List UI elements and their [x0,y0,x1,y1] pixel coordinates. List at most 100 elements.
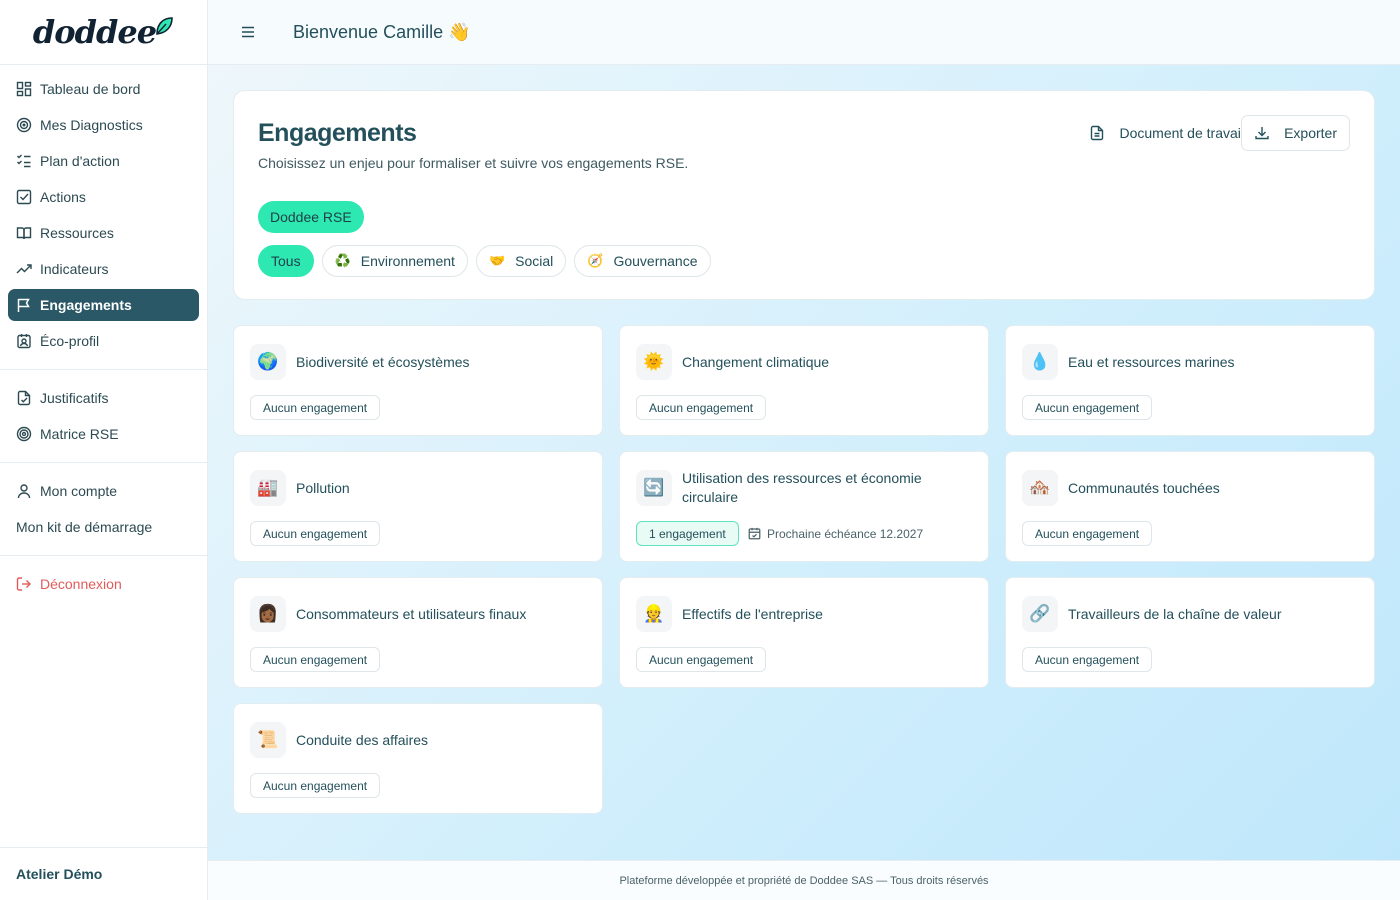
filter-label: Environnement [360,253,455,269]
main-content: Engagements Choisissez un enjeu pour for… [208,65,1400,860]
engagement-count-badge: 1 engagement [636,521,739,546]
logo-text: doddee [32,13,157,51]
filter-all[interactable]: Tous [258,245,314,277]
topic-card-business-conduct[interactable]: 📜 Conduite des affaires Aucun engagement [233,703,603,814]
topic-title: Utilisation des ressources et économie c… [682,470,922,505]
sidebar-item-matrix[interactable]: Matrice RSE [8,418,199,450]
sidebar-item-label: Plan d'action [40,153,120,169]
logout-icon [16,576,32,592]
topic-card-circular-economy[interactable]: 🔄 Utilisation des ressources et économie… [619,451,989,562]
id-badge-icon [16,333,32,349]
sidebar-item-label: Actions [40,189,86,205]
engagement-count-badge: Aucun engagement [1022,647,1153,672]
sidebar-item-diagnostics[interactable]: Mes Diagnostics [8,109,199,141]
topic-title: Communautés touchées [1068,479,1220,496]
welcome-text: Bienvenue Camille 👋 [293,21,471,42]
checkbox-icon [16,189,32,205]
person-icon: 👩🏾 [250,596,286,632]
work-document-label: Document de travail [1119,125,1244,141]
topic-title: Changement climatique [682,353,830,370]
topic-card-pollution[interactable]: 🏭 Pollution Aucun engagement [233,451,603,562]
sidebar-item-eco-profile[interactable]: Éco-profil [8,325,199,357]
filter-label: Social [515,253,554,269]
export-label: Exporter [1284,125,1337,141]
engagement-count-badge: Aucun engagement [250,773,381,798]
sidebar-item-resources[interactable]: Ressources [8,217,199,249]
worker-icon: 👷 [636,596,672,632]
leaf-icon [156,17,173,35]
topic-title: Conduite des affaires [296,731,429,748]
flag-icon [16,297,32,313]
topic-card-climate[interactable]: 🌞 Changement climatique Aucun engagement [619,325,989,436]
link-icon: 🔗 [1022,596,1058,632]
topic-card-communities[interactable]: 🏘️ Communautés touchées Aucun engagement [1005,451,1375,562]
framework-pill-doddee-rse[interactable]: Doddee RSE [258,201,364,233]
next-deadline: Prochaine échéance 12.2027 [748,521,923,546]
book-open-icon [16,225,32,241]
file-check-icon [16,390,32,406]
engagement-count-badge: Aucun engagement [636,395,767,420]
menu-icon[interactable] [238,22,258,42]
sidebar-item-engagements[interactable]: Engagements [8,289,199,321]
download-icon [1254,125,1270,141]
work-document-button[interactable]: Document de travail [1089,121,1244,145]
sidebar-item-dashboard[interactable]: Tableau de bord [8,73,199,105]
sidebar-item-label: Indicateurs [40,261,109,277]
sun-icon: 🌞 [636,344,672,380]
sidebar-item-label: Justificatifs [40,390,109,406]
divider [0,555,207,556]
filter-social[interactable]: 🤝 Social [475,245,567,277]
engagement-count-badge: Aucun engagement [250,395,381,420]
divider [0,369,207,370]
recycle-icon: ♻️ [334,253,351,268]
sidebar-item-label: Mon kit de démarrage [16,519,153,535]
main-nav: Tableau de bord Mes Diagnostics Plan d'a… [0,65,207,612]
compass-icon: 🧭 [587,253,604,268]
filter-label: Gouvernance [613,253,698,269]
sidebar-item-indicators[interactable]: Indicateurs [8,253,199,285]
sidebar-item-label: Engagements [40,297,132,313]
page-title: Engagements [258,119,417,147]
sidebar-item-justificatifs[interactable]: Justificatifs [8,382,199,414]
topic-card-value-chain-workers[interactable]: 🔗 Travailleurs de la chaîne de valeur Au… [1005,577,1375,688]
topic-title: Consommateurs et utilisateurs finaux [296,605,527,622]
engagement-count-badge: Aucun engagement [1022,521,1153,546]
sidebar-item-label: Mon compte [40,483,118,499]
logout-button[interactable]: Déconnexion [8,568,199,600]
sidebar-item-label: Ressources [40,225,114,241]
sidebar: doddee Tableau de bord Mes Diagnostics P… [0,0,208,900]
sidebar-item-account[interactable]: Mon compte [8,475,199,507]
topic-card-biodiversity[interactable]: 🌍 Biodiversité et écosystèmes Aucun enga… [233,325,603,436]
droplet-icon: 💧 [1022,344,1058,380]
sidebar-item-actions[interactable]: Actions [8,181,199,213]
logout-label: Déconnexion [40,576,122,592]
houses-icon: 🏘️ [1022,470,1058,506]
export-button[interactable]: Exporter [1241,115,1350,151]
engagement-count-badge: Aucun engagement [250,521,381,546]
engagement-count-badge: Aucun engagement [1022,395,1153,420]
topic-title: Eau et ressources marines [1068,353,1235,370]
next-deadline-text: Prochaine échéance 12.2027 [767,526,924,541]
handshake-icon: 🤝 [488,253,506,268]
workspace-name[interactable]: Atelier Démo [0,847,207,900]
filter-environment[interactable]: ♻️ Environnement [321,245,468,277]
filter-governance[interactable]: 🧭 Gouvernance [574,245,711,277]
filter-tabs: Tous ♻️ Environnement 🤝 Social 🧭 Gouvern… [258,245,711,277]
refresh-icon: 🔄 [636,470,672,506]
topic-title: Travailleurs de la chaîne de valeur [1068,605,1282,622]
topic-card-water[interactable]: 💧 Eau et ressources marines Aucun engage… [1005,325,1375,436]
topic-title: Pollution [296,479,350,496]
factory-icon: 🏭 [250,470,286,506]
topic-title: Effectifs de l'entreprise [682,605,823,622]
topic-card-consumers[interactable]: 👩🏾 Consommateurs et utilisateurs finaux … [233,577,603,688]
page-subtitle: Choisissez un enjeu pour formaliser et s… [258,155,689,171]
list-checks-icon [16,153,32,169]
sidebar-item-starter-kit[interactable]: Mon kit de démarrage [8,511,199,543]
engagement-count-badge: Aucun engagement [250,647,381,672]
topic-card-workforce[interactable]: 👷 Effectifs de l'entreprise Aucun engage… [619,577,989,688]
radar-icon [16,426,32,442]
trending-up-icon [16,261,32,277]
sidebar-item-action-plan[interactable]: Plan d'action [8,145,199,177]
logo[interactable]: doddee [0,0,207,65]
sidebar-item-label: Éco-profil [40,333,100,349]
